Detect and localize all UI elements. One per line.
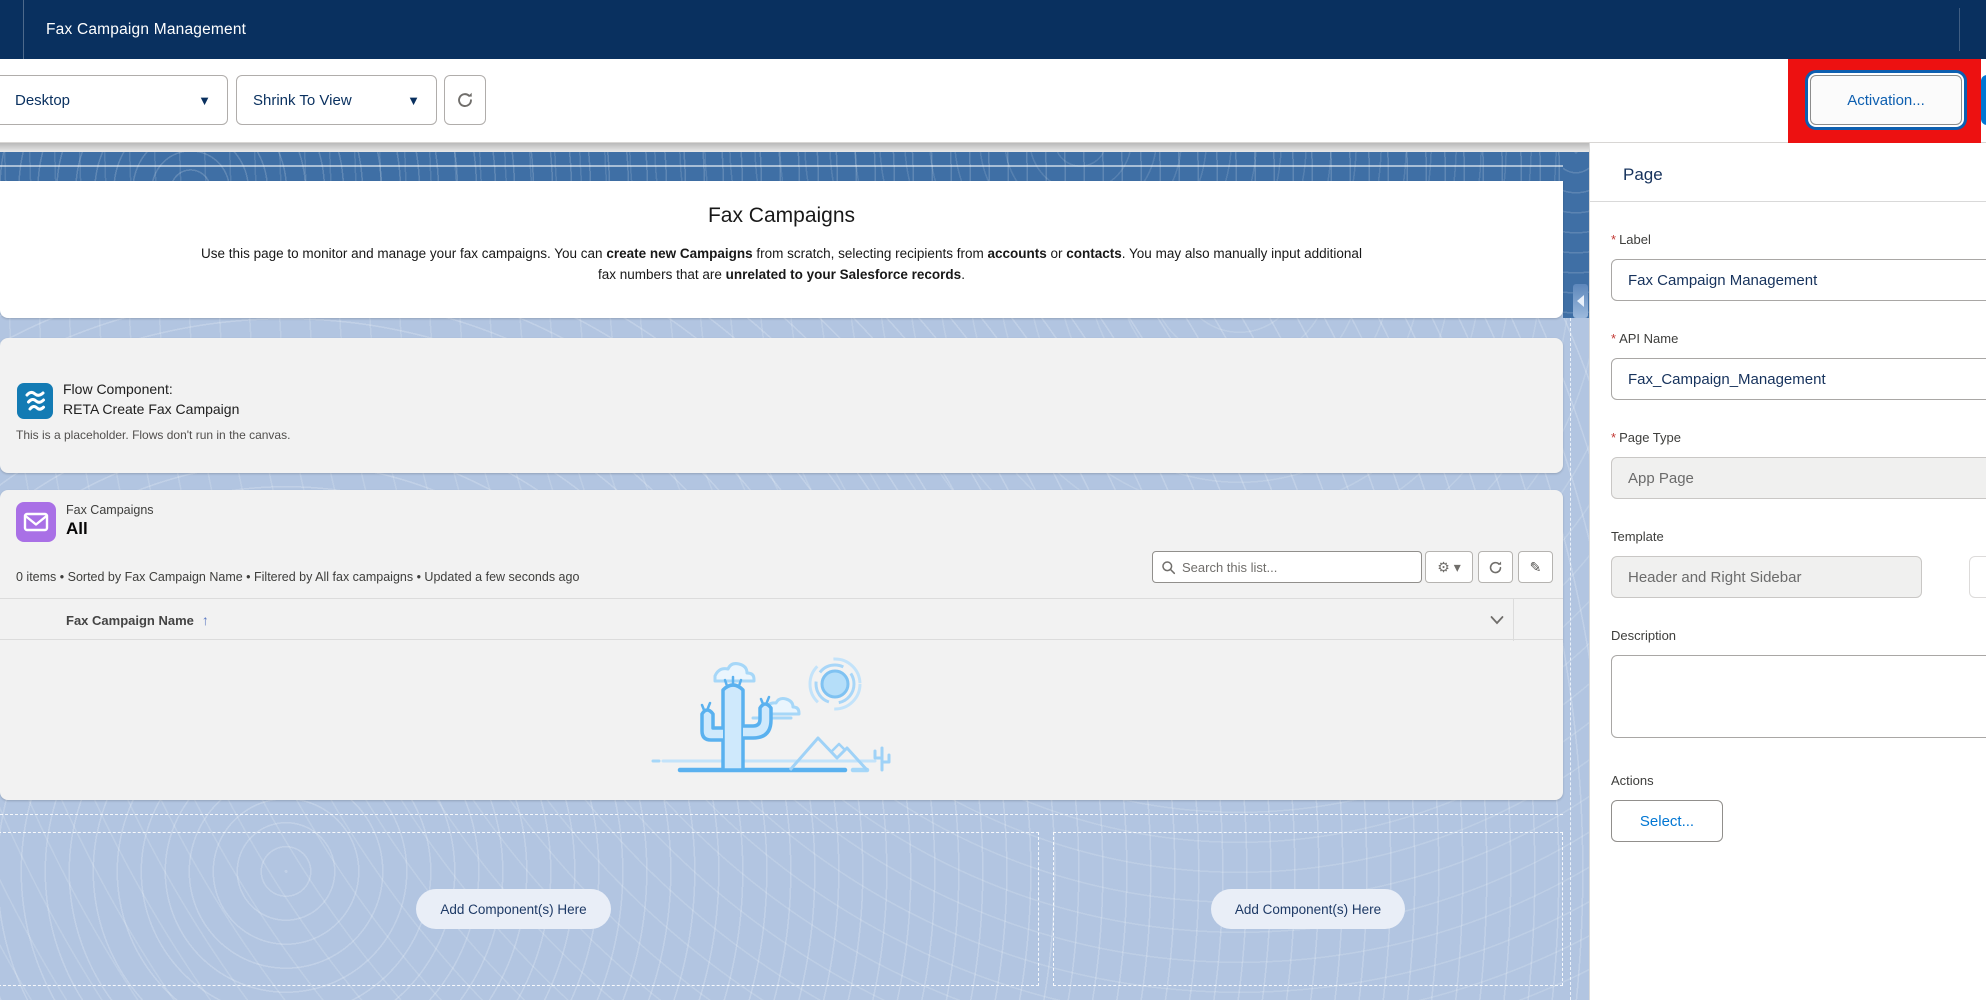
chevron-down-icon: ▾ (1454, 559, 1461, 576)
activation-button[interactable]: Activation... (1810, 75, 1962, 125)
zoom-view-selector[interactable]: Shrink To View ▼ (236, 75, 437, 125)
chevron-down-icon: ▼ (407, 93, 436, 108)
page-type-input (1611, 457, 1986, 499)
search-input[interactable] (1182, 560, 1413, 575)
api-name-field-group: *API Name (1611, 331, 1986, 400)
list-entity-label: Fax Campaigns (66, 503, 154, 517)
region-boundary-dashed-line (0, 814, 1563, 815)
builder-canvas: Fax Campaigns Use this page to monitor a… (0, 143, 1589, 1000)
search-icon (1161, 560, 1176, 575)
actions-group: Actions Select... (1611, 773, 1986, 842)
page-type-field-label: *Page Type (1611, 430, 1986, 445)
app-header-bar: Fax Campaign Management (0, 0, 1986, 59)
refresh-canvas-button[interactable] (444, 75, 486, 125)
zoom-view-selector-value: Shrink To View (253, 92, 352, 109)
canvas-region-dashed-border (1570, 318, 1571, 1000)
pencil-icon: ✎ (1530, 559, 1542, 576)
flow-component-title: Flow Component: RETA Create Fax Campaign (63, 379, 239, 419)
add-component-pill[interactable]: Add Component(s) Here (1211, 889, 1405, 929)
header-right-divider (1959, 8, 1960, 51)
rich-text-header-component[interactable]: Fax Campaigns Use this page to monitor a… (0, 181, 1563, 318)
empty-state-illustration (645, 648, 905, 788)
refresh-icon (1488, 560, 1503, 575)
envelope-icon (16, 502, 56, 542)
list-search-box[interactable] (1152, 551, 1422, 583)
label-field-label: *Label (1611, 232, 1986, 247)
list-status-line: 0 items • Sorted by Fax Campaign Name • … (16, 570, 579, 584)
change-template-button[interactable]: Change (1969, 556, 1986, 598)
list-refresh-button[interactable] (1478, 551, 1513, 583)
column-header-fax-campaign-name[interactable]: Fax Campaign Name ↑ (66, 599, 209, 641)
label-field-group: *Label (1611, 232, 1986, 301)
sort-ascending-icon: ↑ (202, 612, 209, 628)
canvas-horizontal-scrollbar[interactable] (0, 143, 1589, 152)
empty-region-right[interactable]: Add Component(s) Here (1053, 832, 1563, 986)
list-table-header-row: Fax Campaign Name ↑ (0, 598, 1563, 640)
page-type-field-group: *Page Type (1611, 430, 1986, 499)
panel-title: Page (1623, 165, 1986, 185)
page-properties-panel: Page *Label *API Name *Page Type Templat… (1590, 143, 1986, 1000)
api-name-field-label: *API Name (1611, 331, 1986, 346)
panel-title-divider (1590, 201, 1986, 202)
panel-collapse-handle[interactable] (1573, 284, 1588, 318)
api-name-input[interactable] (1611, 358, 1986, 400)
device-selector[interactable]: Desktop ▼ (0, 75, 228, 125)
description-field-label: Description (1611, 628, 1986, 643)
required-asterisk: * (1611, 331, 1616, 346)
save-button[interactable] (1981, 75, 1986, 125)
annotation-highlight-box: Activation... (1788, 59, 1981, 145)
chevron-down-icon (1490, 615, 1504, 625)
canvas-page-title: Fax Campaigns (0, 204, 1563, 228)
actions-label: Actions (1611, 773, 1986, 788)
required-asterisk: * (1611, 430, 1616, 445)
column-actions-chevron[interactable] (1484, 607, 1510, 633)
template-field-group: Template Change (1611, 529, 1986, 598)
column-divider (1513, 599, 1514, 641)
description-textarea[interactable] (1611, 655, 1986, 738)
gear-icon: ⚙ (1437, 559, 1450, 576)
list-view-name[interactable]: All (66, 519, 88, 539)
builder-toolbar: Desktop ▼ Shrink To View ▼ (0, 59, 1986, 143)
flow-icon (17, 383, 53, 419)
refresh-icon (456, 91, 474, 109)
canvas-wallpaper-top-band (0, 152, 1589, 181)
flow-component-label: Flow Component: (63, 379, 239, 399)
select-actions-button[interactable]: Select... (1611, 800, 1723, 842)
chevron-down-icon: ▼ (198, 93, 227, 108)
chevron-left-icon (1577, 295, 1584, 307)
header-left-divider (23, 0, 24, 59)
flow-placeholder-note: This is a placeholder. Flows don't run i… (16, 428, 290, 442)
device-selector-value: Desktop (15, 92, 70, 109)
template-input (1611, 556, 1922, 598)
list-view-component[interactable]: Fax Campaigns All 0 items • Sorted by Fa… (0, 490, 1563, 800)
list-settings-button[interactable]: ⚙ ▾ (1425, 551, 1473, 583)
template-field-label: Template (1611, 529, 1986, 544)
required-asterisk: * (1611, 232, 1616, 247)
list-edit-button[interactable]: ✎ (1518, 551, 1553, 583)
add-component-pill[interactable]: Add Component(s) Here (416, 889, 610, 929)
page-title-header: Fax Campaign Management (46, 0, 246, 59)
label-input[interactable] (1611, 259, 1986, 301)
flow-name: RETA Create Fax Campaign (63, 399, 239, 419)
empty-region-left[interactable]: Add Component(s) Here (0, 832, 1039, 986)
canvas-page-description: Use this page to monitor and manage your… (14, 243, 1549, 285)
flow-component[interactable]: Flow Component: RETA Create Fax Campaign… (0, 338, 1563, 473)
description-field-group: Description (1611, 628, 1986, 743)
